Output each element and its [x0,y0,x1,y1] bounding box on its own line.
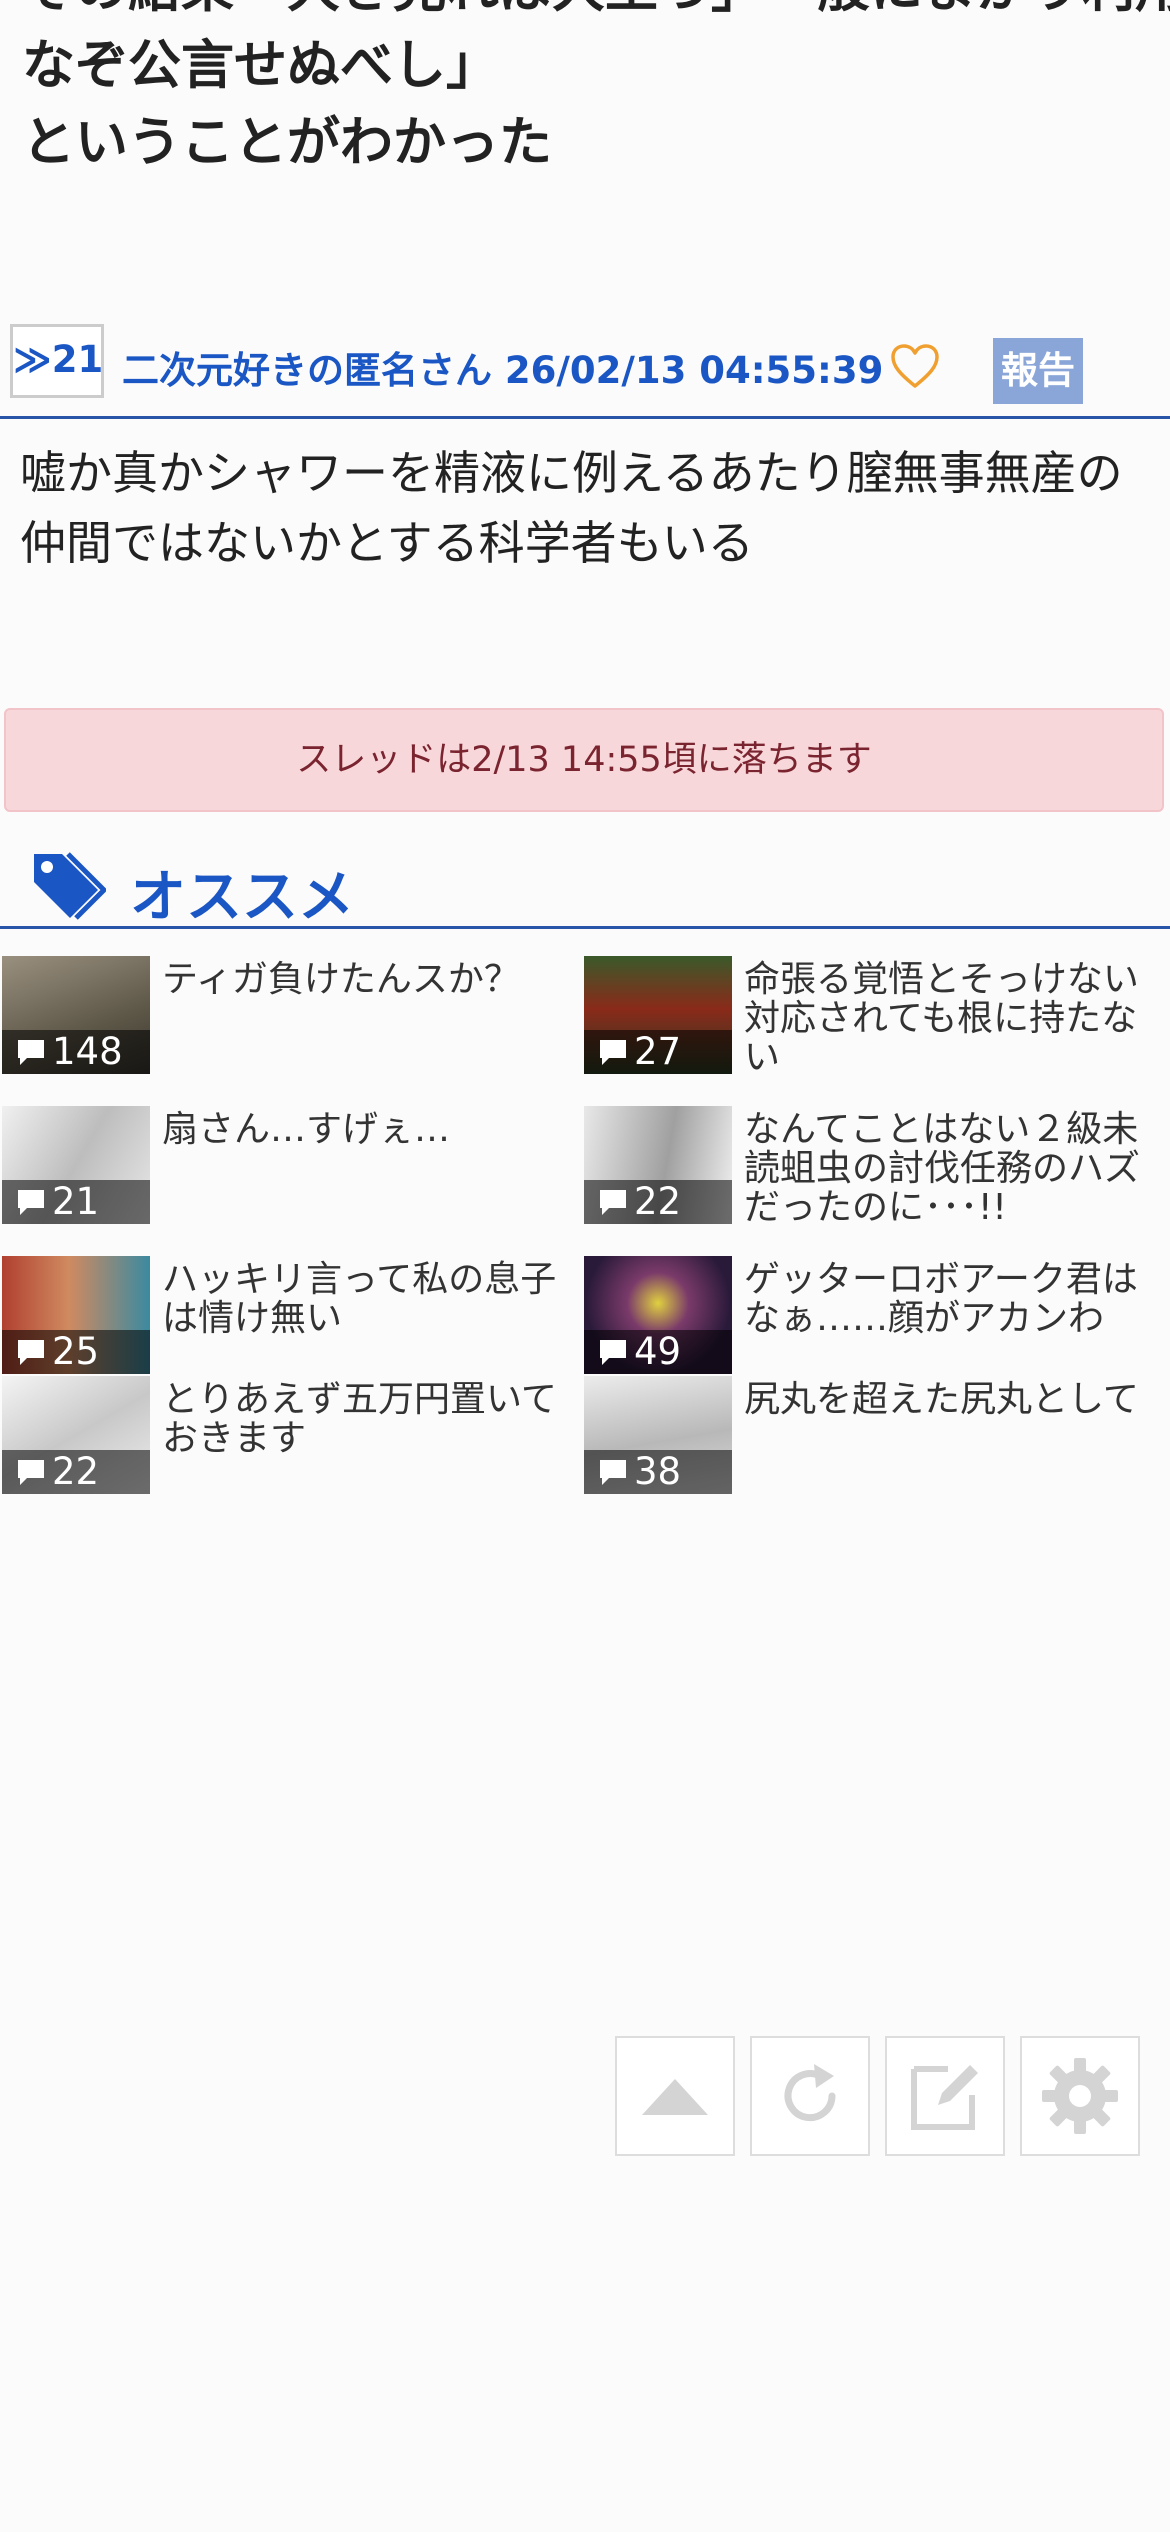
recommend-item-title[interactable]: ハッキリ言って私の息子は情け無い [162,1260,582,1338]
heart-icon[interactable] [890,344,940,390]
thumbnail[interactable]: 22 [584,1106,732,1224]
previous-post-line: なぞ公言せぬべし」 [22,35,499,96]
post-body: 嘘か真かシャワーを精液に例えるあたり膣無事無産の仲間ではないかとする科学者もいる [20,446,1123,570]
comment-count: 38 [584,1450,732,1494]
recommend-item-title[interactable]: ゲッターロボアーク君はなぁ……顔がアカンわ [744,1260,1164,1338]
up-arrow-icon [642,2079,708,2115]
divider [0,416,1170,419]
thumbnail[interactable]: 22 [2,1376,150,1494]
comment-icon [18,1190,44,1215]
reload-icon [784,2064,836,2122]
comment-icon [600,1190,626,1215]
gear-icon [1042,2058,1118,2134]
recommend-item[interactable]: 22 とりあえず五万円置いておきます [2,1376,582,1506]
recommend-item-title[interactable]: とりあえず五万円置いておきます [162,1380,582,1458]
comment-count-value: 22 [634,1180,682,1223]
previous-post-line: その結果「大き見れば大王っ」一般にまかり利用 [22,0,1170,27]
reply-number-button[interactable]: ≫21 [10,324,104,398]
comment-icon [18,1460,44,1485]
comment-count-value: 27 [634,1030,682,1073]
recommend-title: オススメ [130,865,354,930]
post-header: ≫21 二次元好きの匿名さん 26/02/13 04:55:39 報告 [0,320,1170,420]
thumbnail[interactable]: 21 [2,1106,150,1224]
comment-icon [600,1460,626,1485]
thumbnail[interactable]: 27 [584,956,732,1074]
thumbnail[interactable]: 38 [584,1376,732,1494]
edit-icon [911,2065,978,2130]
recommend-item[interactable]: 49 ゲッターロボアーク君はなぁ……顔がアカンわ [584,1256,1164,1386]
recommend-item-title[interactable]: なんてことはない２級未読蛆虫の討伐任務のハズだったのに･･･!! [744,1110,1164,1227]
comment-count: 21 [2,1180,150,1224]
recommend-item[interactable]: 148 ティガ負けたんスか？ [2,956,582,1086]
recommend-item-title[interactable]: ティガ負けたんスか？ [162,960,582,999]
recommend-item[interactable]: 27 命張る覚悟とそっけない対応されても根に持たない [584,956,1164,1086]
thread-expiry-notice: スレッドは2/13 14:55頃に落ちます [4,708,1164,812]
recommend-item[interactable]: 22 なんてことはない２級未読蛆虫の討伐任務のハズだったのに･･･!! [584,1106,1164,1236]
comment-icon [18,1040,44,1065]
recommend-header: オススメ [0,838,1170,930]
thumbnail[interactable]: 25 [2,1256,150,1374]
divider [0,926,1170,929]
recommend-item[interactable]: 25 ハッキリ言って私の息子は情け無い [2,1256,582,1386]
report-button[interactable]: 報告 [993,338,1083,404]
comment-count: 27 [584,1030,732,1074]
recommend-item-title[interactable]: 命張る覚悟とそっけない対応されても根に持たない [744,960,1164,1077]
comment-count: 49 [584,1330,732,1374]
previous-post-body: その結果「大き見れば大王っ」一般にまかり利用 なぞ公言せぬべし」 ということがわ… [22,0,1170,181]
write-button[interactable] [885,2036,1005,2156]
poster-info: 二次元好きの匿名さん 26/02/13 04:55:39 [122,349,884,392]
thumbnail[interactable]: 148 [2,956,150,1074]
comment-count-value: 148 [52,1030,123,1073]
comment-count-value: 25 [52,1330,100,1373]
recommend-item-title[interactable]: 尻丸を超えた尻丸として [744,1380,1164,1419]
comment-count-value: 21 [52,1180,100,1223]
comment-count-value: 22 [52,1450,100,1493]
comment-count-value: 38 [634,1450,682,1493]
comment-count: 148 [2,1030,150,1074]
tag-icon [34,852,106,920]
comment-icon [600,1040,626,1065]
reload-button[interactable] [750,2036,870,2156]
comment-count: 22 [2,1450,150,1494]
settings-button[interactable] [1020,2036,1140,2156]
comment-count-value: 49 [634,1330,682,1373]
comment-count: 22 [584,1180,732,1224]
comment-icon [18,1340,44,1365]
page: その結果「大き見れば大王っ」一般にまかり利用 なぞ公言せぬべし」 ということがわ… [0,0,1170,2532]
scroll-top-button[interactable] [615,2036,735,2156]
comment-count: 25 [2,1330,150,1374]
previous-post-line: ということがわかった [22,112,552,173]
recommend-item[interactable]: 38 尻丸を超えた尻丸として [584,1376,1164,1506]
comment-icon [600,1340,626,1365]
thumbnail[interactable]: 49 [584,1256,732,1374]
recommend-item-title[interactable]: 扇さん…すげぇ… [162,1110,582,1149]
recommend-item[interactable]: 21 扇さん…すげぇ… [2,1106,582,1236]
